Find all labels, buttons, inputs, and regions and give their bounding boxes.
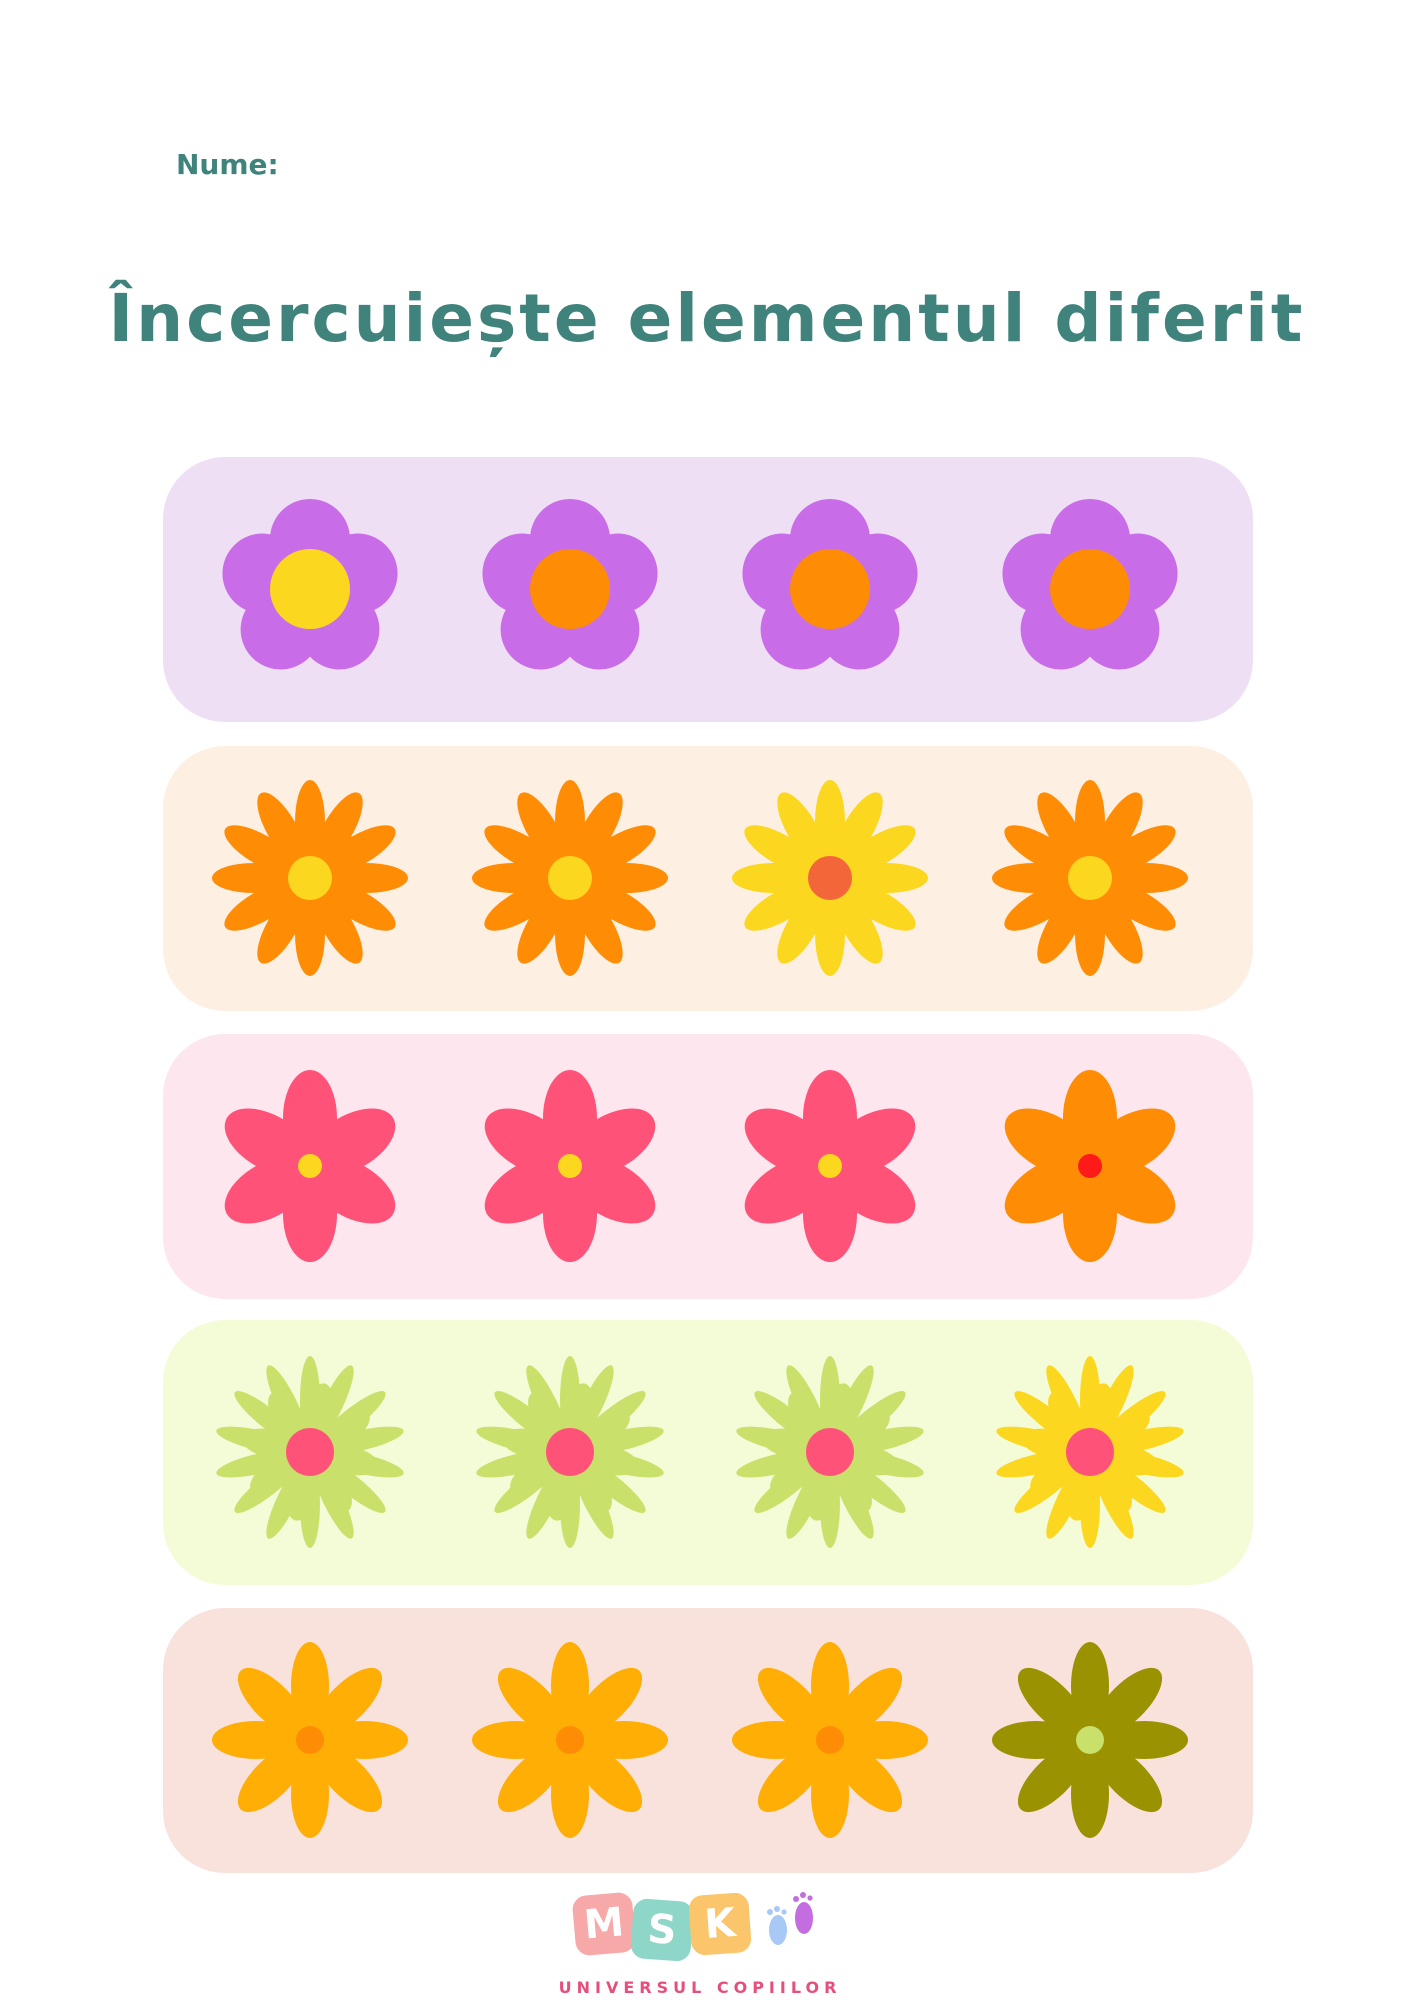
eight-petal-flower-icon[interactable] bbox=[990, 1640, 1190, 1840]
spiky-flower-icon[interactable] bbox=[210, 1352, 410, 1552]
round-petal-flower-icon[interactable] bbox=[210, 489, 410, 689]
six-petal-flower-icon[interactable] bbox=[210, 1066, 410, 1266]
flower-row bbox=[163, 457, 1253, 722]
name-label: Nume: bbox=[176, 148, 279, 181]
round-petal-flower-icon[interactable] bbox=[470, 489, 670, 689]
spiky-flower-icon[interactable] bbox=[470, 1352, 670, 1552]
six-petal-flower-icon[interactable] bbox=[470, 1066, 670, 1266]
footprints-icon bbox=[767, 1892, 813, 1945]
flower-row bbox=[163, 1320, 1253, 1585]
logo-letter-tile: M bbox=[571, 1891, 637, 1957]
eight-petal-flower-icon[interactable] bbox=[470, 1640, 670, 1840]
page-title: Încercuiește elementul diferit bbox=[108, 280, 1306, 357]
six-petal-flower-icon[interactable] bbox=[990, 1066, 1190, 1266]
round-petal-flower-icon[interactable] bbox=[730, 489, 930, 689]
spiky-flower-icon[interactable] bbox=[730, 1352, 930, 1552]
logo-letter-tile: K bbox=[687, 1891, 753, 1957]
daisy-flower-icon[interactable] bbox=[210, 778, 410, 978]
flower-row bbox=[163, 746, 1253, 1011]
daisy-flower-icon[interactable] bbox=[730, 778, 930, 978]
six-petal-flower-icon[interactable] bbox=[730, 1066, 930, 1266]
flower-row bbox=[163, 1034, 1253, 1299]
eight-petal-flower-icon[interactable] bbox=[210, 1640, 410, 1840]
daisy-flower-icon[interactable] bbox=[470, 778, 670, 978]
logo-letter-tile: S bbox=[629, 1897, 695, 1963]
brand-logo: MSK UNIVERSUL COPIILOR bbox=[559, 1888, 836, 2000]
spiky-flower-icon[interactable] bbox=[990, 1352, 1190, 1552]
eight-petal-flower-icon[interactable] bbox=[730, 1640, 930, 1840]
round-petal-flower-icon[interactable] bbox=[990, 489, 1190, 689]
flower-row bbox=[163, 1608, 1253, 1873]
logo-subtitle: UNIVERSUL COPIILOR bbox=[558, 1978, 842, 1997]
daisy-flower-icon[interactable] bbox=[990, 778, 1190, 978]
